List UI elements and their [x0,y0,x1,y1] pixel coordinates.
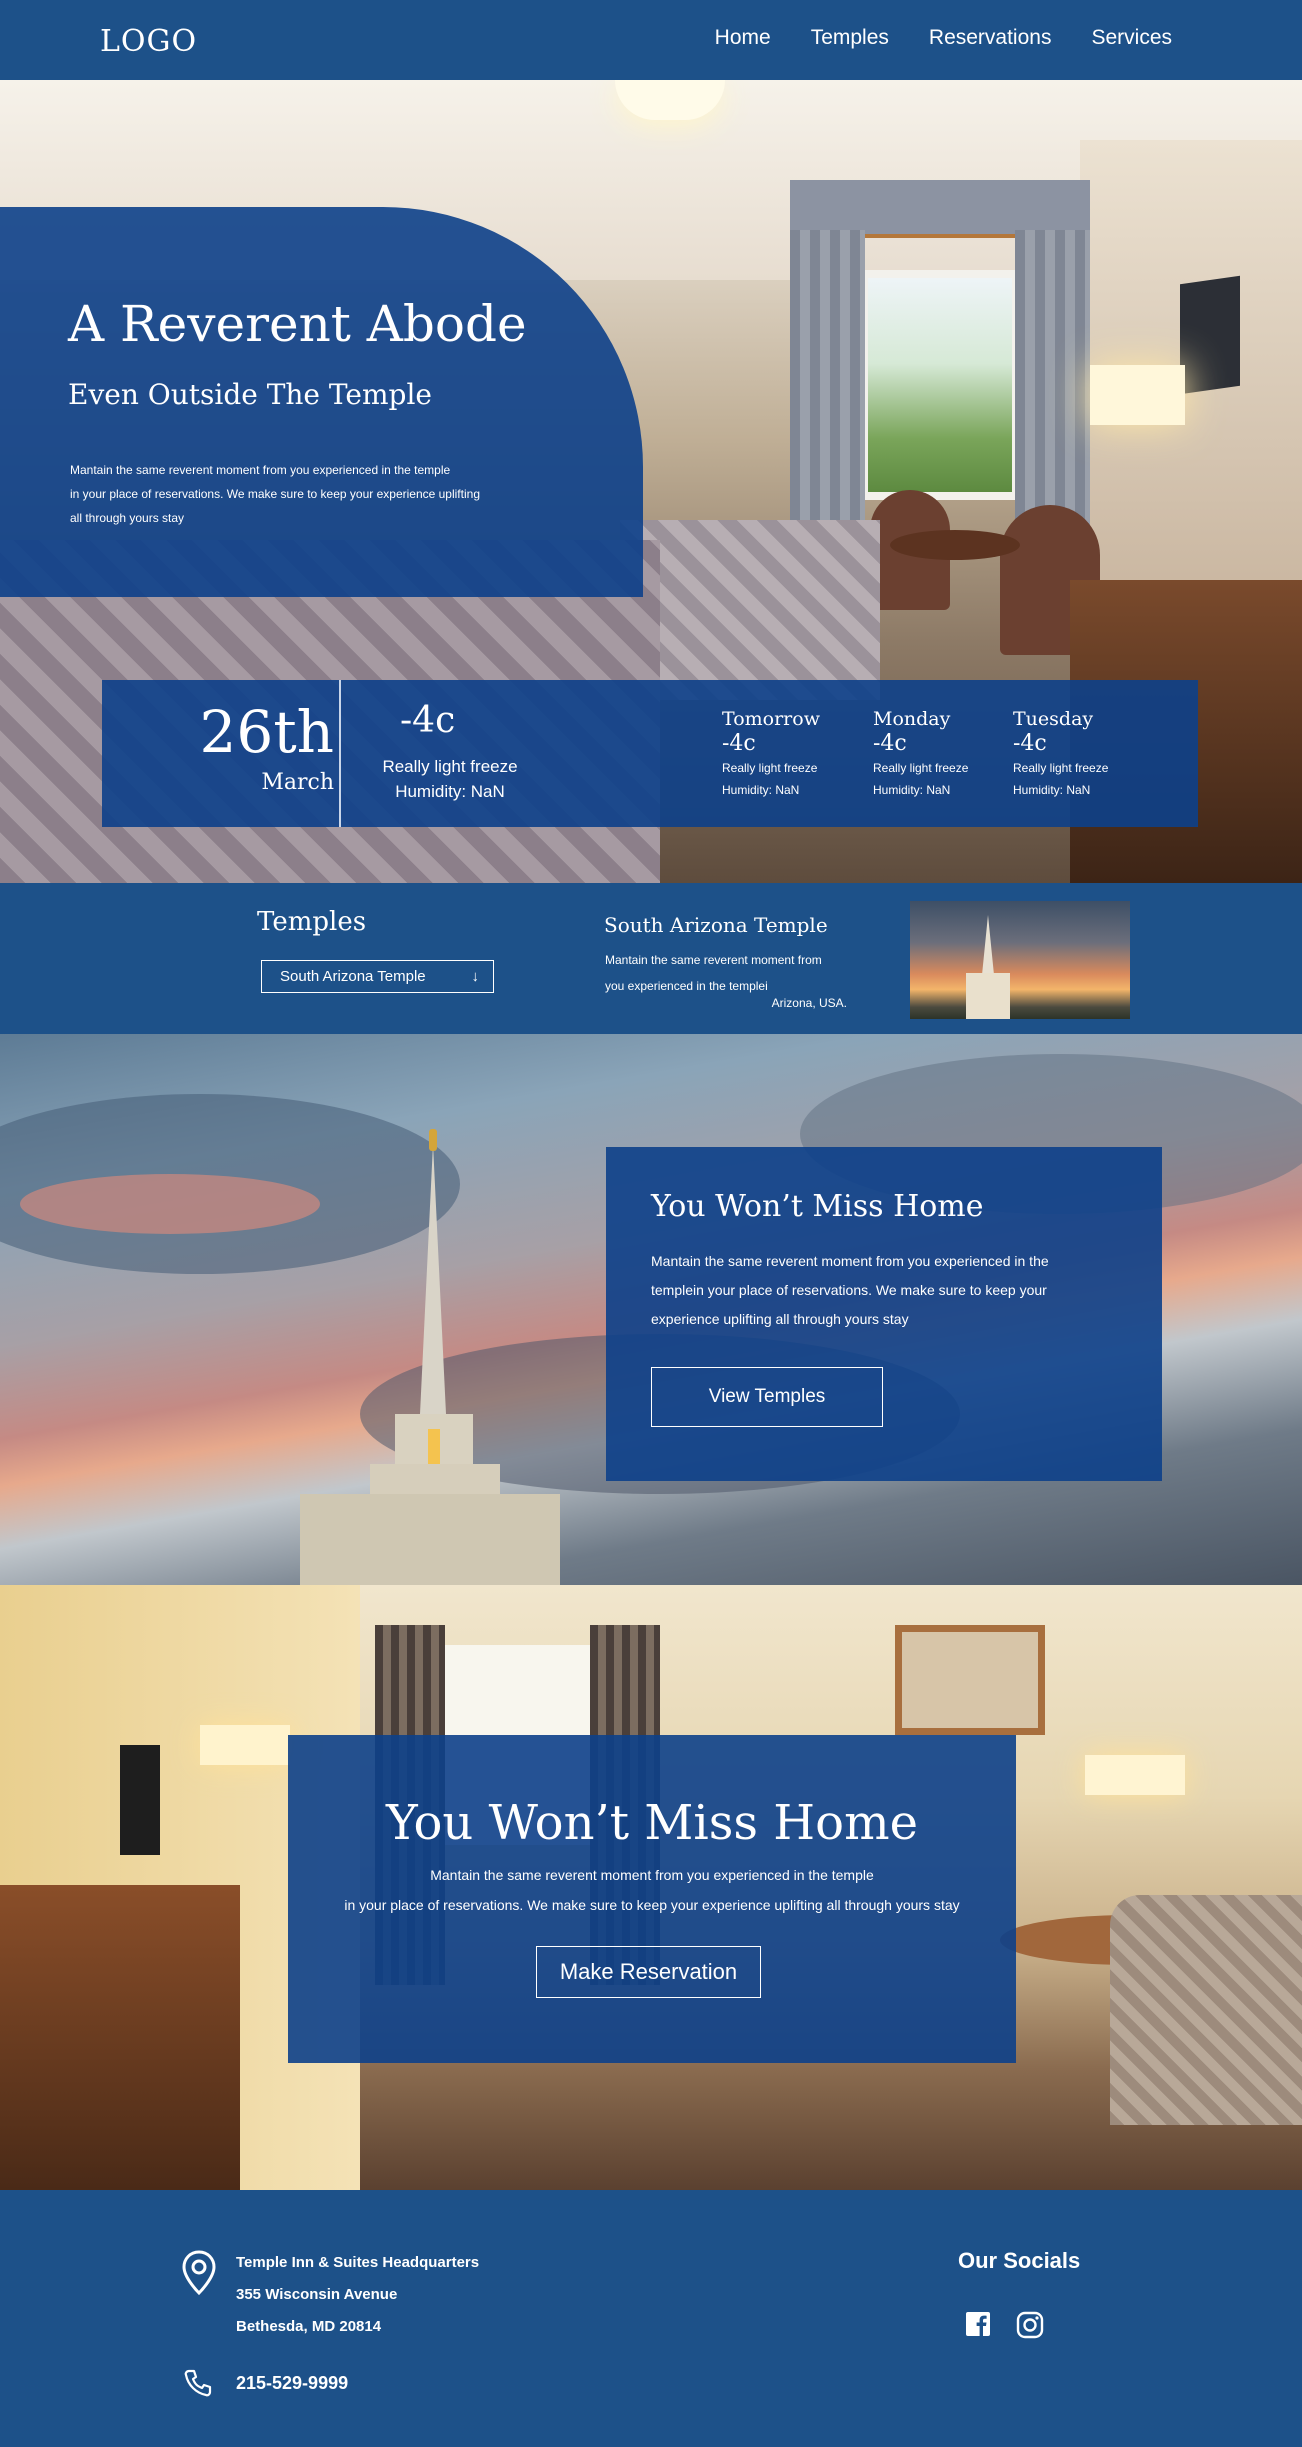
hero-description-line: all through yours stay [70,511,185,525]
temple-promo-section: You Won’t Miss Home Mantain the same rev… [0,1034,1302,1585]
temples-section: Temples South Arizona Temple ↓ South Ari… [0,883,1302,1034]
temple-location: Arizona, USA. [771,996,847,1010]
promo-description-line: templein your place of reservations. We … [651,1282,1047,1298]
hero-section: A Reverent Abode Even Outside The Temple… [0,80,1302,883]
forecast-temp: -4c [1013,731,1047,756]
weather-current-temp: -4c [400,700,456,741]
reservation-description-line: Mantain the same reverent moment from yo… [430,1867,874,1883]
temple-description-line: Mantain the same reverent moment from [605,953,822,967]
address-line: 355 Wisconsin Avenue [236,2286,398,2303]
forecast-desc: Really light freeze [722,761,818,775]
hero-title: A Reverent Abode [68,295,527,353]
forecast-temp: -4c [873,731,907,756]
temple-spire [420,1144,446,1414]
footer: Temple Inn & Suites Headquarters 355 Wis… [0,2190,1302,2447]
forecast-desc: Really light freeze [1013,761,1109,775]
armchair [1110,1895,1302,2125]
nav-link-temples[interactable]: Temples [811,26,889,50]
temple-building [966,973,1010,1019]
weather-divider [339,680,341,827]
weather-condition: Really light freeze [382,757,518,776]
arrow-down-icon: ↓ [471,968,480,985]
weather-humidity: Humidity: NaN [395,782,505,801]
view-temples-button[interactable]: View Temples [651,1367,883,1427]
promo-description-line: Mantain the same reverent moment from yo… [651,1253,1049,1269]
forecast-day: Monday [873,708,951,730]
wall-painting [895,1625,1045,1735]
phone-icon [184,2369,212,2397]
forecast-tomorrow: Tomorrow -4c Really light freeze Humidit… [722,708,842,800]
phone-number[interactable]: 215-529-9999 [236,2373,348,2394]
weather-current-desc: Really light freeze Humidity: NaN [370,754,530,804]
temple-name: South Arizona Temple [604,913,828,937]
sunset-cloud [20,1174,320,1234]
forecast-humidity: Humidity: NaN [1013,783,1091,797]
forecast-desc: Really light freeze [873,761,969,775]
location-pin-icon [182,2250,216,2296]
hero-subtitle: Even Outside The Temple [68,378,432,411]
nav-links: Home Temples Reservations Services [715,26,1172,50]
weather-date-day: 26th [199,698,334,766]
temple-spire [982,915,994,975]
nav-link-services[interactable]: Services [1091,26,1172,50]
temple-base [300,1494,560,1585]
address-line: Bethesda, MD 20814 [236,2318,382,2335]
forecast-humidity: Humidity: NaN [873,783,951,797]
forecast-tuesday: Tuesday -4c Really light freeze Humidity… [1013,708,1133,800]
temple-promo-description: Mantain the same reverent moment from yo… [651,1247,1111,1334]
temples-heading: Temples [257,907,367,937]
address-line: Temple Inn & Suites Headquarters [236,2254,480,2271]
top-nav: LOGO Home Temples Reservations Services [0,0,1302,80]
lamp [200,1725,290,1765]
nav-link-reservations[interactable]: Reservations [929,26,1052,50]
lamp [1085,1755,1185,1795]
promo-description-line: experience uplifting all through yours s… [651,1311,909,1327]
temple-description: Mantain the same reverent moment from yo… [605,947,865,999]
hero-description-line: Mantain the same reverent moment from yo… [70,463,451,477]
hero-description: Mantain the same reverent moment from yo… [70,458,500,530]
temple-select[interactable]: South Arizona Temple ↓ [261,960,494,993]
monitor [120,1745,160,1855]
reservation-promo-description: Mantain the same reverent moment from yo… [288,1860,1016,1920]
socials-title: Our Socials [958,2248,1081,2273]
forecast-monday: Monday -4c Really light freeze Humidity:… [873,708,993,800]
nav-link-home[interactable]: Home [715,26,771,50]
instagram-icon[interactable] [1015,2310,1045,2340]
hero-description-line: in your place of reservations. We make s… [70,487,480,501]
reservation-promo-section: You Won’t Miss Home Mantain the same rev… [0,1585,1302,2190]
desk [0,1885,240,2190]
facebook-icon[interactable] [964,2310,992,2338]
forecast-humidity: Humidity: NaN [722,783,800,797]
weather-date-month: March [261,770,334,795]
angel-statue [429,1129,437,1151]
forecast-temp: -4c [722,731,756,756]
temple-image [910,901,1130,1019]
forecast-day: Tomorrow [722,708,820,730]
weather-widget: 26th March -4c Really light freeze Humid… [102,680,1198,827]
reservation-promo-title: You Won’t Miss Home [386,1795,918,1851]
hero-window [860,270,1020,500]
temple-promo-panel: You Won’t Miss Home Mantain the same rev… [606,1147,1162,1481]
floor-lamp [1090,365,1185,425]
temple-promo-title: You Won’t Miss Home [651,1189,984,1224]
make-reservation-button[interactable]: Make Reservation [536,1946,761,1998]
logo[interactable]: LOGO [100,24,197,59]
table [890,530,1020,560]
forecast-day: Tuesday [1013,708,1094,730]
reservation-promo-panel: You Won’t Miss Home Mantain the same rev… [288,1735,1016,2063]
reservation-description-line: in your place of reservations. We make s… [344,1897,960,1913]
temple-select-value: South Arizona Temple [280,968,426,985]
tv [1180,275,1240,395]
